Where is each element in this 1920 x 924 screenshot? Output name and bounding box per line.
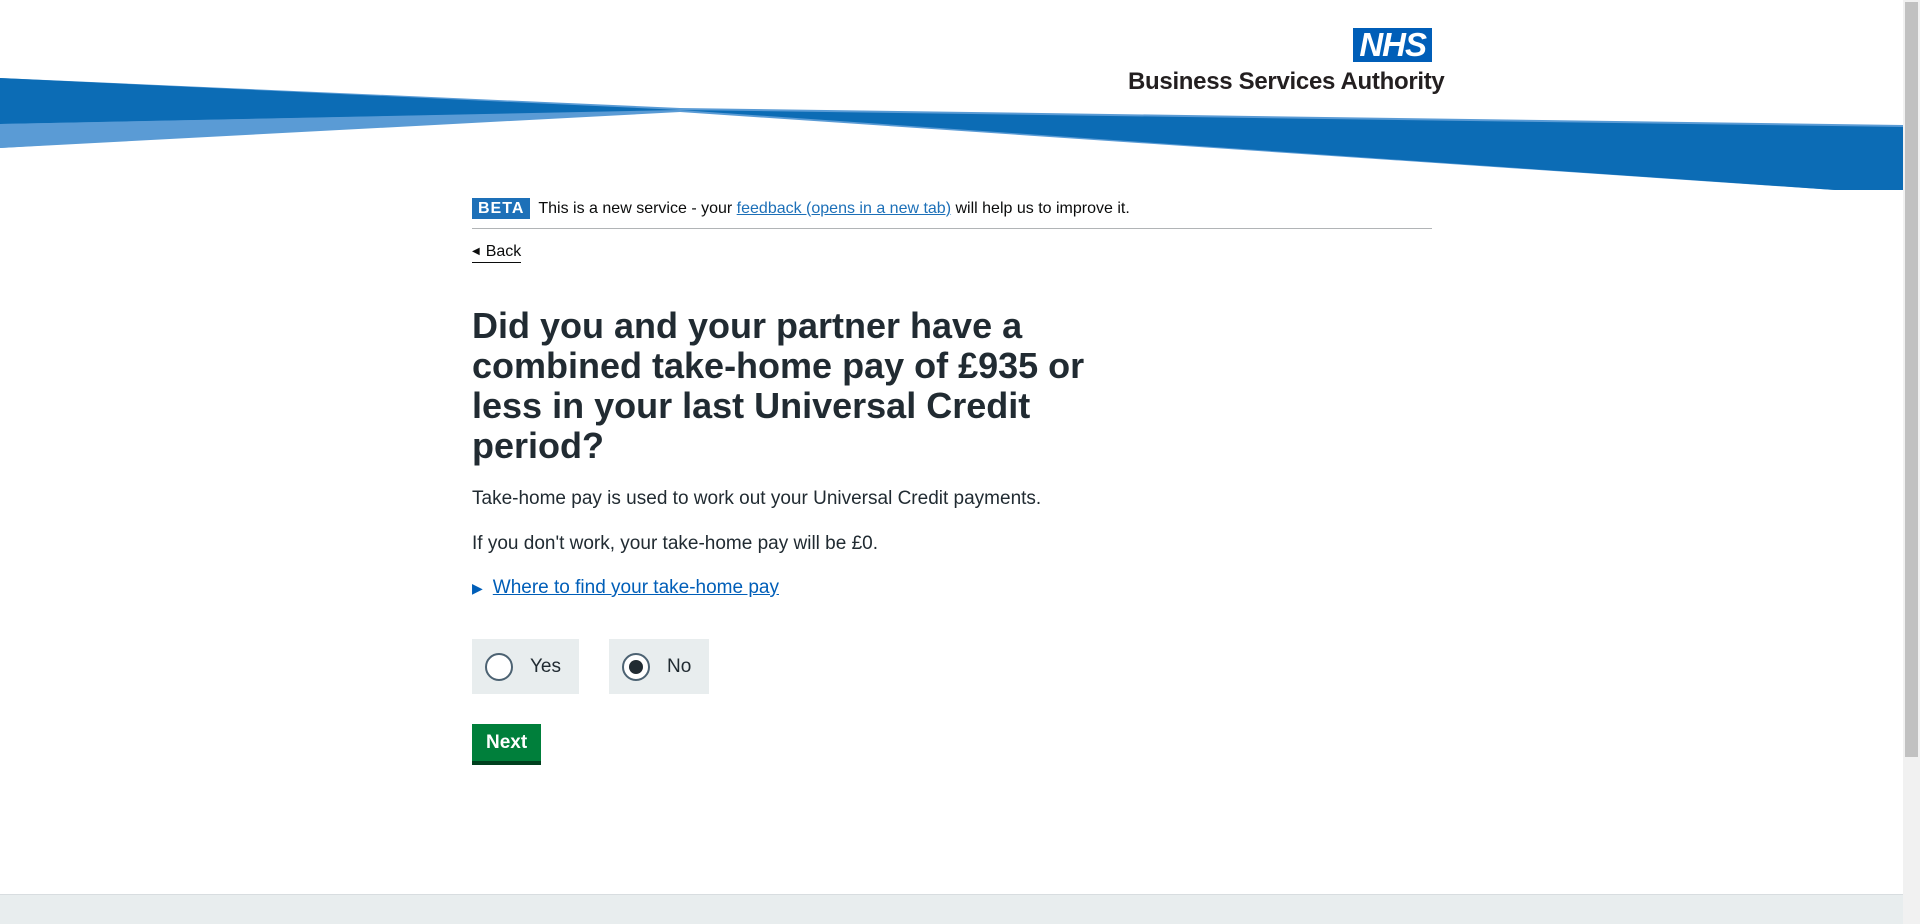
phase-banner: BETA This is a new service - your feedba… <box>472 198 1432 229</box>
main-content: BETA This is a new service - your feedba… <box>472 198 1432 761</box>
radio-no[interactable]: No <box>609 639 710 694</box>
radio-label-no[interactable]: No <box>667 656 691 678</box>
radio-circle-yes[interactable] <box>485 652 513 681</box>
page: NHS Business Services Authority BETA Thi… <box>0 0 1903 924</box>
triangle-right-icon: ▶ <box>472 579 483 596</box>
phase-text-after: will help us to improve it. <box>955 199 1130 217</box>
page-title: Did you and your partner have a combined… <box>472 305 1085 466</box>
beta-tag: BETA <box>472 198 531 219</box>
nhs-logo-box: NHS <box>1353 28 1432 62</box>
back-link[interactable]: ◀ Back <box>472 243 522 263</box>
logo-text: Business Services Authority <box>1128 68 1445 95</box>
details-summary[interactable]: ▶ Where to find your take-home pay <box>472 577 1432 599</box>
radio-yes[interactable]: Yes <box>472 639 579 694</box>
phase-text-before: This is a new service - your <box>538 199 733 217</box>
radio-group: Yes No <box>472 639 1432 694</box>
radio-circle-no[interactable] <box>622 652 650 681</box>
back-link-label: Back <box>485 243 522 260</box>
nhs-bsa-logo[interactable]: NHS Business Services Authority <box>1128 28 1445 96</box>
next-button[interactable]: Next <box>472 724 542 761</box>
scrollbar-thumb[interactable] <box>1905 2 1918 757</box>
header-banner-graphic <box>0 78 1903 190</box>
hint-text-1: Take-home pay is used to work out your U… <box>472 488 1042 509</box>
details-summary-link[interactable]: Where to find your take-home pay <box>493 577 779 599</box>
feedback-link[interactable]: feedback (opens in a new tab) <box>737 200 951 218</box>
radio-label-yes[interactable]: Yes <box>530 656 561 678</box>
footer <box>0 894 1903 924</box>
chevron-left-icon: ◀ <box>472 246 480 257</box>
hint-text-2: If you don't work, your take-home pay wi… <box>472 533 878 554</box>
vertical-scrollbar[interactable] <box>1903 0 1920 924</box>
radio-selected-dot <box>629 659 643 674</box>
